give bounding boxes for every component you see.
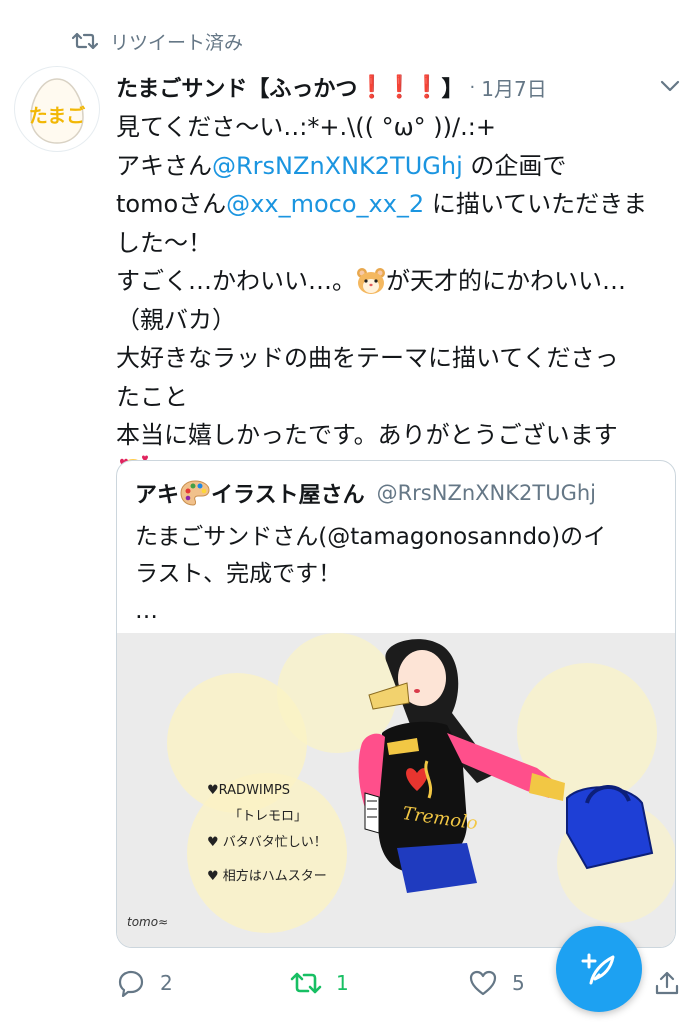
tweet-line-5: すごく…かわいい…。 が天才的にかわいい…: [116, 262, 676, 301]
retweet-button[interactable]: 1: [290, 969, 349, 997]
mention-link-2[interactable]: @xx_moco_xx_2: [226, 190, 424, 218]
tweet-line-4: した〜！: [116, 228, 212, 257]
tweet-date[interactable]: 1月7日: [481, 73, 546, 102]
tweet-line-1: 見てくださ〜い‥:*+.\(( °ω° ))/.:+: [116, 113, 496, 141]
caption-line-1: ♥RADWIMPS: [207, 783, 291, 798]
quoted-illustration-image[interactable]: Tremolo ♥RADWIMPS 「トレモロ」 ♥ バタバタ忙しい！ ♥ 相方…: [117, 633, 675, 947]
tweet-line-6: （親バカ）: [116, 305, 236, 334]
mention-link-1[interactable]: @RrsNZnXNK2TUGhj: [212, 152, 463, 180]
tweet-line-2: アキさん@RrsNZnXNK2TUGhj の企画で: [116, 147, 676, 186]
caption-line-2: 「トレモロ」: [229, 809, 308, 824]
artist-signature: tomo≈: [127, 915, 169, 929]
retweet-icon: [290, 972, 322, 994]
like-icon: [469, 970, 497, 996]
hamster-emoji-icon: [357, 268, 385, 294]
avatar[interactable]: たまご: [14, 66, 100, 152]
compose-tweet-icon: [581, 953, 615, 985]
tweet-line-7: 大好きなラッドの曲をテーマに描いてくださっ: [116, 344, 619, 372]
retweet-notice: リツイート済み: [72, 26, 243, 56]
chevron-down-icon[interactable]: [658, 76, 682, 96]
tweet-line-3: tomoさん@xx_moco_xx_2 に描いていただきま: [116, 185, 676, 224]
retweet-notice-label: リツイート済み: [110, 31, 244, 54]
compose-tweet-button[interactable]: [556, 926, 642, 1012]
quoted-tweet-card[interactable]: アキ イラスト屋さん @RrsNZnXNK2TUGhj たまごサンドさん(@ta…: [116, 460, 676, 948]
tweet-actions: 2 1 5: [116, 962, 576, 1004]
share-icon[interactable]: [654, 970, 680, 996]
caption-line-4: ♥ 相方はハムスター: [207, 869, 327, 884]
tweet-line-9: 本当に嬉しかったです。ありがとうございます: [116, 421, 618, 449]
display-name-tail: 】: [441, 77, 464, 102]
caption-line-3: ♥ バタバタ忙しい！: [207, 835, 327, 850]
retweet-icon: [72, 32, 98, 50]
tweet-line-3-pre: tomoさん: [116, 190, 227, 218]
display-name[interactable]: たまごサンド【ふっかつ: [116, 71, 357, 103]
tweet-line-2-post: の企画で: [462, 151, 567, 180]
quoted-tweet-header: アキ イラスト屋さん @RrsNZnXNK2TUGhj: [135, 477, 596, 509]
quoted-handle: @RrsNZnXNK2TUGhj: [376, 481, 596, 505]
quoted-name-pre: アキ: [135, 483, 180, 508]
quoted-name-post: イラスト屋さん: [211, 483, 365, 508]
retweet-count: 1: [336, 971, 349, 995]
quoted-tweet-text: たまごサンドさん(@tamagonosanndo)のイ ラスト、完成です！ …: [135, 519, 655, 630]
illustration-drawing: Tremolo: [117, 633, 675, 947]
reply-button[interactable]: 2: [116, 969, 173, 997]
tweet-line-2-pre: アキさん: [116, 151, 212, 180]
like-button[interactable]: 5: [468, 969, 525, 997]
reply-icon: [118, 970, 144, 997]
reply-count: 2: [160, 971, 173, 995]
like-count: 5: [512, 971, 525, 995]
quoted-line-1: たまごサンドさん(@tamagonosanndo)のイ: [135, 524, 607, 550]
palette-emoji-icon: [180, 480, 210, 506]
tweet-line-5-post: が天才的にかわいい…: [386, 267, 626, 295]
quoted-line-2: ラスト、完成です！: [135, 561, 342, 587]
tweet-text: 見てくださ〜い‥:*+.\(( °ω° ))/.:+ アキさん@RrsNZnXN…: [116, 108, 676, 494]
exclamation-marks: ❗❗❗: [358, 74, 441, 100]
tweet-header: たまごサンド【ふっかつ ❗❗❗ 】 · 1月7日: [116, 68, 682, 106]
quoted-line-3: …: [135, 598, 158, 624]
avatar-text: たまご: [29, 104, 85, 127]
separator-dot: ·: [469, 76, 476, 98]
egg-logo-icon: たまご: [29, 78, 85, 144]
tweet-line-8: たこと: [116, 382, 188, 411]
tweet-line-3-post: に描いていただきま: [424, 190, 648, 218]
tweet-line-5-pre: すごく…かわいい…。: [116, 267, 356, 295]
